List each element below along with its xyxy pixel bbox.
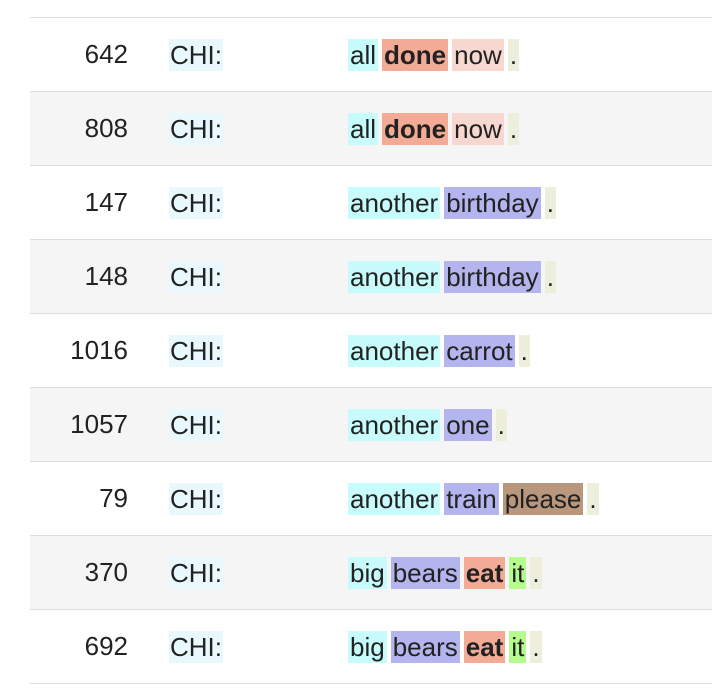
token: done (382, 39, 449, 71)
table-row[interactable]: 642 CHI: all done now. (30, 18, 712, 92)
token: . (518, 335, 530, 367)
token: . (530, 631, 542, 663)
table-row[interactable]: 1016 CHI: another carrot. (30, 314, 712, 388)
speaker-label: CHI: (169, 557, 223, 589)
table-row[interactable]: 808 CHI: all done now. (30, 92, 712, 166)
speaker-label: CHI: (169, 261, 223, 293)
token: another (348, 261, 441, 293)
utterance-table: 642 CHI: all done now. 808 CHI: all done now. 147 C… (30, 0, 712, 684)
utterance-tokens: another birthday. (348, 187, 560, 219)
speaker-label: CHI: (169, 483, 223, 515)
token: . (587, 483, 599, 515)
speaker-label: CHI: (169, 113, 223, 145)
token: one (444, 409, 492, 441)
table-row[interactable]: 148 CHI: another birthday. (30, 240, 712, 314)
token: another (348, 409, 441, 441)
token: . (507, 39, 520, 71)
table-row[interactable]: 147 CHI: another birthday. (30, 166, 712, 240)
speaker-label: CHI: (169, 409, 223, 441)
utterance-tokens: another birthday. (348, 261, 560, 293)
utterance-id: 370 (84, 557, 128, 587)
utterance-id: 692 (84, 631, 128, 661)
token: bears (390, 557, 460, 589)
utterance-id: 642 (84, 39, 128, 69)
token: another (348, 335, 441, 367)
table-row[interactable]: 370 CHI: big bears eat it. (30, 536, 712, 610)
token: all (348, 39, 379, 71)
utterance-id: 808 (84, 113, 128, 143)
table-row[interactable]: 692 CHI: big bears eat it. (30, 610, 712, 684)
token: another (348, 187, 441, 219)
speaker-label: CHI: (169, 187, 223, 219)
speaker-label: CHI: (169, 335, 223, 367)
token: . (507, 113, 520, 145)
token: birthday (444, 187, 541, 219)
token: big (348, 557, 387, 589)
table-row[interactable]: 79 CHI: another train please. (30, 462, 712, 536)
token: please (502, 483, 584, 515)
utterance-tokens: all done now. (348, 39, 523, 71)
utterance-tokens: another one. (348, 409, 511, 441)
utterance-tokens: another train please. (348, 483, 603, 515)
utterance-id: 147 (84, 187, 128, 217)
utterance-id: 1016 (70, 335, 128, 365)
token: birthday (444, 261, 541, 293)
token: now (452, 39, 504, 71)
token: all (348, 113, 379, 145)
utterance-id: 1057 (70, 409, 128, 439)
token: eat (463, 557, 506, 589)
utterance-id: 148 (84, 261, 128, 291)
token: bears (390, 631, 460, 663)
token: . (530, 557, 542, 589)
table-body: 642 CHI: all done now. 808 CHI: all done now. 147 C… (30, 18, 712, 684)
token: now (452, 113, 504, 145)
token: . (544, 261, 556, 293)
token: . (495, 409, 507, 441)
utterance-tokens: big bears eat it. (348, 557, 546, 589)
token: done (382, 113, 449, 145)
utterance-id: 79 (99, 483, 128, 513)
token: it (509, 557, 527, 589)
token: eat (463, 631, 506, 663)
token: it (509, 631, 527, 663)
utterance-tokens: all done now. (348, 113, 523, 145)
table-row[interactable]: 1057 CHI: another one. (30, 388, 712, 462)
speaker-label: CHI: (169, 39, 223, 71)
token: . (544, 187, 556, 219)
token: another (348, 483, 441, 515)
speaker-label: CHI: (169, 631, 223, 663)
table-top-row (30, 0, 712, 18)
token: train (444, 483, 499, 515)
utterance-tokens: big bears eat it. (348, 631, 546, 663)
token: big (348, 631, 387, 663)
utterance-tokens: another carrot. (348, 335, 534, 367)
token: carrot (444, 335, 515, 367)
